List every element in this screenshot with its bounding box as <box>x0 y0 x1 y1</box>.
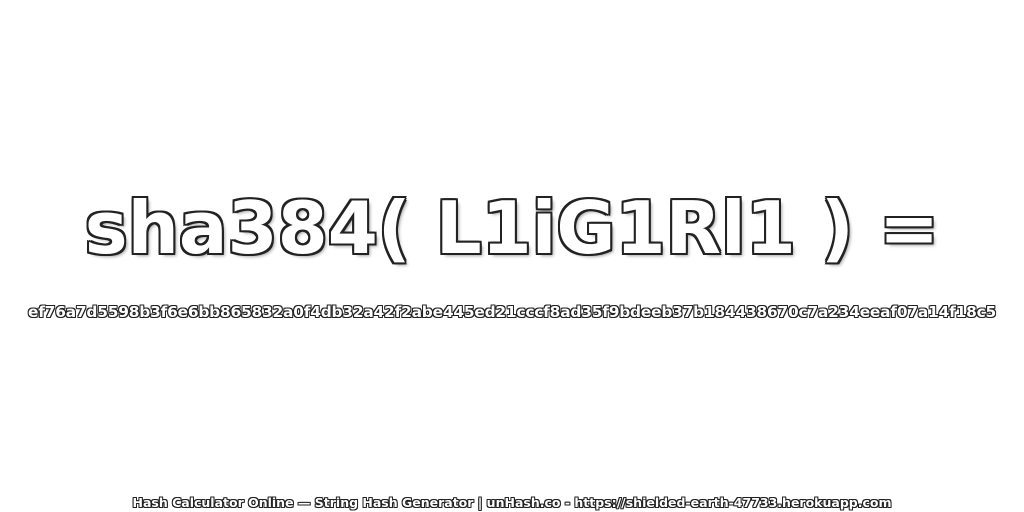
hash-result: ef76a7d5598b3f6e6bb865832a0f4db32a42f2ab… <box>27 303 997 321</box>
footer-credit: Hash Calculator Online — String Hash Gen… <box>132 495 892 510</box>
hash-expression-title: sha384( L1iG1Rl1 ) = <box>84 186 940 270</box>
page: sha384( L1iG1Rl1 ) = ef76a7d5598b3f6e6bb… <box>0 0 1024 512</box>
